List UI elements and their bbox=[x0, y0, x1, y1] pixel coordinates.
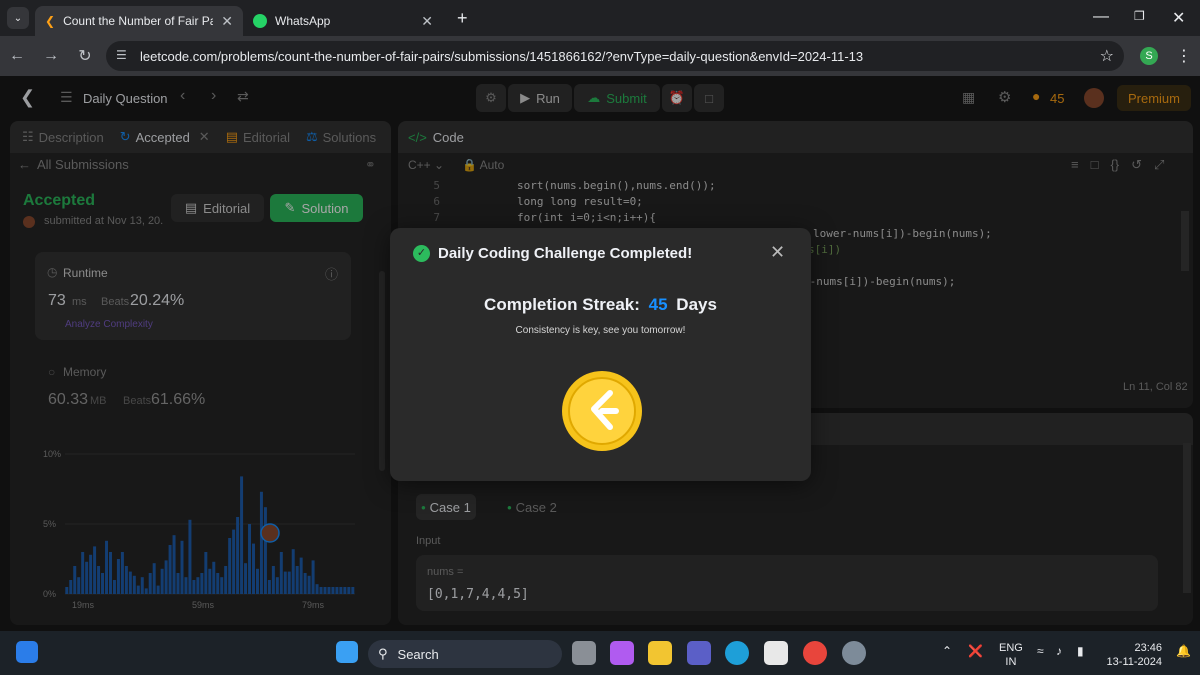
tab-search-button[interactable]: ⌄ bbox=[7, 7, 29, 29]
clock-time: 23:46 bbox=[1134, 642, 1162, 654]
wifi-icon[interactable]: ≈ bbox=[1037, 644, 1044, 658]
menu-dots-icon[interactable]: ⋮ bbox=[1176, 46, 1192, 66]
chrome-icon[interactable] bbox=[803, 641, 827, 665]
windows-taskbar: ⚲ Search ⌃ ❌ ENG IN ≈ ♪ ▮ 23:46 13-11-20… bbox=[0, 631, 1200, 675]
browser-tab-bar: ⌄ ❮ Count the Number of Fair Pairs ✕ Wha… bbox=[0, 0, 1200, 36]
leetcode-coin-icon bbox=[562, 371, 642, 451]
edge-icon[interactable] bbox=[725, 641, 749, 665]
clock[interactable]: 23:46 13-11-2024 bbox=[1104, 641, 1162, 669]
back-icon[interactable]: ← bbox=[0, 47, 34, 65]
search-icon: ⚲ bbox=[378, 646, 388, 661]
streak-label: Completion Streak: bbox=[484, 295, 640, 314]
streak-unit: Days bbox=[676, 295, 717, 314]
settings-icon[interactable] bbox=[842, 641, 866, 665]
bookmark-star-icon[interactable]: ☆ bbox=[1100, 46, 1114, 66]
modal-message: Consistency is key, see you tomorrow! bbox=[515, 325, 686, 336]
store-icon[interactable] bbox=[764, 641, 788, 665]
tab-title: Count the Number of Fair Pairs bbox=[63, 14, 214, 28]
restore-icon[interactable]: ❐ bbox=[1134, 9, 1145, 23]
daily-challenge-modal: ✓ Daily Coding Challenge Completed! ✕ Co… bbox=[390, 228, 811, 481]
close-window-icon[interactable]: ✕ bbox=[1172, 8, 1185, 28]
start-icon[interactable] bbox=[336, 641, 358, 663]
notification-icon[interactable]: 🔔 bbox=[1176, 644, 1191, 658]
close-modal-icon[interactable]: ✕ bbox=[770, 242, 785, 263]
streak-line: Completion Streak: 45 Days bbox=[390, 295, 811, 315]
search-label: Search bbox=[397, 646, 439, 662]
forward-icon[interactable]: → bbox=[34, 47, 68, 65]
tab-title: WhatsApp bbox=[275, 14, 331, 28]
browser-tab-leetcode[interactable]: ❮ Count the Number of Fair Pairs ✕ bbox=[35, 6, 243, 36]
site-info-icon[interactable]: ☰ bbox=[116, 48, 127, 62]
clock-date: 13-11-2024 bbox=[1106, 656, 1162, 668]
leetcode-favicon-icon: ❮ bbox=[45, 14, 56, 28]
widgets-icon[interactable] bbox=[16, 641, 38, 663]
reload-icon[interactable]: ↻ bbox=[68, 46, 102, 66]
modal-title: Daily Coding Challenge Completed! bbox=[438, 245, 693, 262]
task-view-icon[interactable] bbox=[572, 641, 596, 665]
close-tab-icon[interactable]: ✕ bbox=[421, 13, 433, 30]
chevron-up-icon[interactable]: ⌃ bbox=[942, 644, 952, 658]
new-tab-icon[interactable]: + bbox=[457, 8, 468, 29]
file-explorer-icon[interactable] bbox=[648, 641, 672, 665]
check-circle-icon: ✓ bbox=[413, 245, 430, 262]
network-off-icon[interactable]: ❌ bbox=[968, 644, 983, 658]
volume-icon[interactable]: ♪ bbox=[1056, 644, 1062, 658]
streak-value: 45 bbox=[648, 295, 668, 314]
minimize-icon[interactable]: — bbox=[1093, 8, 1109, 26]
browser-tab-whatsapp[interactable]: WhatsApp ✕ bbox=[243, 6, 443, 36]
whatsapp-icon bbox=[253, 14, 267, 28]
address-bar[interactable]: ☰ leetcode.com/problems/count-the-number… bbox=[106, 41, 1124, 71]
search-box[interactable]: ⚲ Search bbox=[368, 640, 562, 668]
copilot-icon[interactable] bbox=[610, 641, 634, 665]
teams-icon[interactable] bbox=[687, 641, 711, 665]
browser-toolbar: ← → ↻ ☰ leetcode.com/problems/count-the-… bbox=[0, 36, 1200, 76]
url-text: leetcode.com/problems/count-the-number-o… bbox=[140, 48, 864, 64]
close-tab-icon[interactable]: ✕ bbox=[221, 13, 233, 30]
lang-bottom: IN bbox=[1005, 656, 1017, 668]
lang-top: ENG bbox=[999, 642, 1023, 654]
profile-avatar[interactable]: S bbox=[1140, 47, 1158, 65]
battery-icon[interactable]: ▮ bbox=[1077, 644, 1084, 658]
language-indicator[interactable]: ENG IN bbox=[999, 641, 1023, 669]
